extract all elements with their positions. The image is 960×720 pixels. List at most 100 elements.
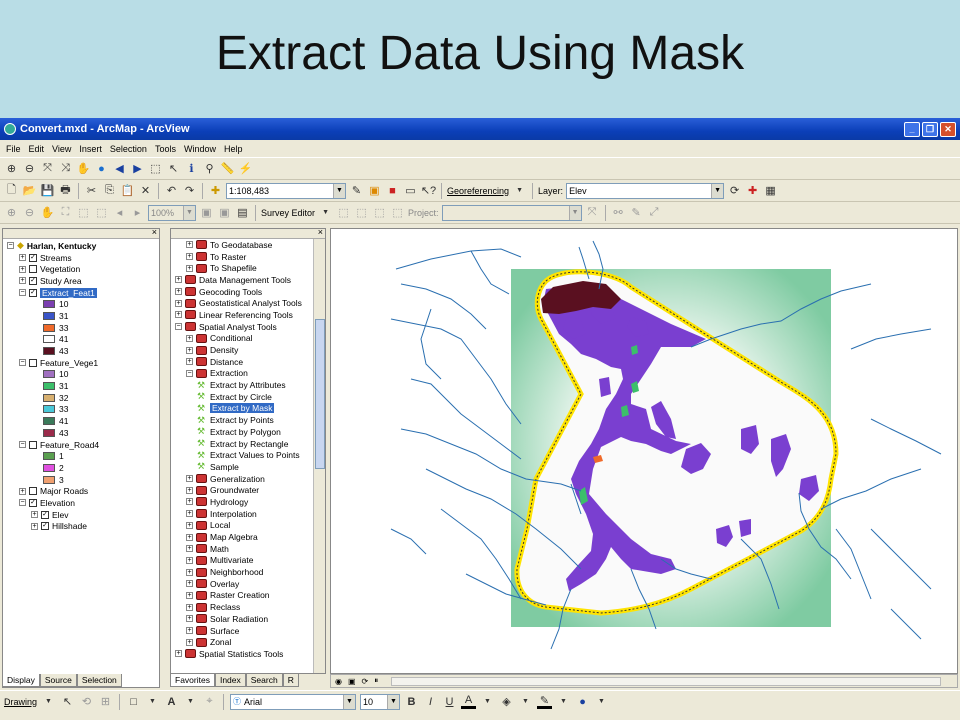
survey-tool-icon[interactable]: ✎ [629, 205, 644, 220]
survey-tool-icon[interactable]: ⬚ [372, 205, 387, 220]
chevron-down-icon[interactable]: ▼ [183, 694, 198, 709]
toolbox-item[interactable]: ⚒ Extract Values to Points [175, 449, 311, 461]
layer-checkbox[interactable] [29, 487, 37, 496]
menu-tools[interactable]: Tools [155, 144, 176, 154]
tab-selection[interactable]: Selection [76, 674, 122, 687]
toolbox-item[interactable]: + Linear Referencing Tools [175, 309, 311, 321]
rotate-icon[interactable]: ⟲ [79, 694, 94, 709]
expand-icon[interactable]: + [31, 522, 38, 530]
expand-icon[interactable]: + [19, 265, 26, 273]
expand-icon[interactable]: + [186, 545, 193, 553]
menu-edit[interactable]: Edit [29, 144, 45, 154]
legend-item[interactable]: 31 [7, 380, 159, 392]
redo-icon[interactable]: ↷ [182, 183, 197, 198]
survey-tool-icon[interactable]: ⬚ [390, 205, 405, 220]
cut-icon[interactable]: ✂ [84, 183, 99, 198]
toc-item[interactable]: + ✓ Study Area [7, 275, 159, 287]
project-select[interactable]: ▼ [441, 204, 582, 221]
expand-icon[interactable]: + [175, 299, 182, 307]
legend-item[interactable]: 32 [7, 392, 159, 404]
toolbox-item[interactable]: + To Geodatabase [175, 239, 311, 251]
toolbox-item[interactable]: + Geocoding Tools [175, 286, 311, 298]
link-table-icon[interactable]: ▦ [763, 183, 778, 198]
arccatalog-icon[interactable]: ▣ [367, 183, 382, 198]
find-icon[interactable]: ⚲ [202, 161, 217, 176]
expand-icon[interactable]: − [186, 369, 193, 377]
horizontal-scrollbar[interactable] [391, 677, 941, 686]
full-extent-icon[interactable]: ● [94, 161, 109, 176]
expand-icon[interactable]: + [186, 568, 193, 576]
underline-button[interactable]: U [442, 694, 457, 709]
chevron-down-icon[interactable]: ▼ [556, 694, 571, 709]
toolbox-item[interactable]: + Distance [175, 356, 311, 368]
expand-icon[interactable]: − [19, 289, 26, 297]
map-scale-combo[interactable]: 1:108,483 ▼ [226, 182, 346, 199]
expand-icon[interactable]: + [186, 241, 193, 249]
expand-icon[interactable]: + [186, 556, 193, 564]
toolbox-item[interactable]: + Neighborhood [175, 566, 311, 578]
expand-icon[interactable]: + [31, 511, 38, 519]
toolbox-item[interactable]: + Raster Creation [175, 590, 311, 602]
menu-help[interactable]: Help [224, 144, 243, 154]
legend-item[interactable]: 43 [7, 427, 159, 439]
toolbox-item[interactable]: + Solar Radiation [175, 613, 311, 625]
toolbox-item[interactable]: + Groundwater [175, 484, 311, 496]
expand-icon[interactable]: + [186, 603, 193, 611]
fixed-zoom-in-icon[interactable]: ⤧ [40, 161, 55, 176]
pause-drawing-icon[interactable]: ⏸ [374, 676, 378, 686]
toolbox-item[interactable]: ⚒ Extract by Mask [175, 403, 311, 415]
editor-toolbar-icon[interactable]: ✎ [349, 183, 364, 198]
expand-icon[interactable]: + [186, 358, 193, 366]
toc-item[interactable]: + ✓ Streams [7, 252, 159, 264]
bold-button[interactable]: B [404, 694, 419, 709]
survey-tool-icon[interactable]: ⚯ [611, 205, 626, 220]
arctoolbox-icon[interactable]: ■ [385, 183, 400, 198]
layer-checkbox[interactable]: ✓ [29, 288, 37, 297]
toc-item[interactable]: + ✓ Elev [7, 509, 159, 521]
menu-file[interactable]: File [6, 144, 21, 154]
pan-icon[interactable]: ✋ [76, 161, 91, 176]
expand-icon[interactable]: + [186, 475, 193, 483]
toolbox-item[interactable]: + Conditional [175, 333, 311, 345]
expand-icon[interactable]: + [186, 498, 193, 506]
toolbox-item[interactable]: − Spatial Analyst Tools [175, 321, 311, 333]
expand-icon[interactable]: − [19, 441, 26, 449]
zoom-in-icon[interactable]: ⊕ [4, 161, 19, 176]
collapse-icon[interactable]: − [7, 242, 14, 250]
legend-item[interactable]: 1 [7, 450, 159, 462]
toolbox-item[interactable]: + Surface [175, 625, 311, 637]
toolbox-item[interactable]: + Local [175, 520, 311, 532]
select-elements-icon[interactable]: ↖ [166, 161, 181, 176]
legend-item[interactable]: 41 [7, 415, 159, 427]
minimize-button[interactable]: _ [904, 121, 920, 137]
font-select[interactable]: Ⓣ Arial ▼ [230, 693, 357, 710]
toolbox-item[interactable]: + To Shapefile [175, 262, 311, 274]
layer-checkbox[interactable] [29, 358, 37, 367]
toolbox-item[interactable]: ⚒ Extract by Attributes [175, 379, 311, 391]
toolbox-item[interactable]: ⚒ Extract by Points [175, 414, 311, 426]
tab-favorites[interactable]: Favorites [170, 674, 215, 687]
fixed-zoom-out-icon[interactable]: ⤨ [58, 161, 73, 176]
chevron-down-icon[interactable]: ▼ [145, 694, 160, 709]
toolbox-item[interactable]: ⚒ Extract by Rectangle [175, 438, 311, 450]
legend-item[interactable]: 10 [7, 298, 159, 310]
expand-icon[interactable]: + [186, 253, 193, 261]
rotate-icon[interactable]: ⟳ [727, 183, 742, 198]
command-line-icon[interactable]: ▭ [403, 183, 418, 198]
select-features-icon[interactable]: ⬚ [148, 161, 163, 176]
layout-zoom-combo[interactable]: 100% ▼ [148, 204, 196, 221]
expand-icon[interactable]: + [186, 346, 193, 354]
toc-item[interactable]: + Major Roads [7, 485, 159, 497]
identify-icon[interactable]: ℹ [184, 161, 199, 176]
toc-item[interactable]: − ✓ Extract_Feat1 [7, 287, 159, 299]
expand-icon[interactable]: + [19, 487, 26, 495]
close-button[interactable]: ✕ [940, 121, 956, 137]
fixed-zoom-icon[interactable]: ⬚ [94, 205, 109, 220]
zoom-to-elements-icon[interactable]: ⊞ [98, 694, 113, 709]
layer-checkbox[interactable] [29, 265, 37, 274]
toolbox-item[interactable]: ⚒ Extract by Circle [175, 391, 311, 403]
toolbox-item[interactable]: + Math [175, 543, 311, 555]
layer-checkbox[interactable]: ✓ [41, 522, 49, 531]
toolbox-item[interactable]: + Reclass [175, 601, 311, 613]
survey-tool-icon[interactable]: ⬚ [354, 205, 369, 220]
